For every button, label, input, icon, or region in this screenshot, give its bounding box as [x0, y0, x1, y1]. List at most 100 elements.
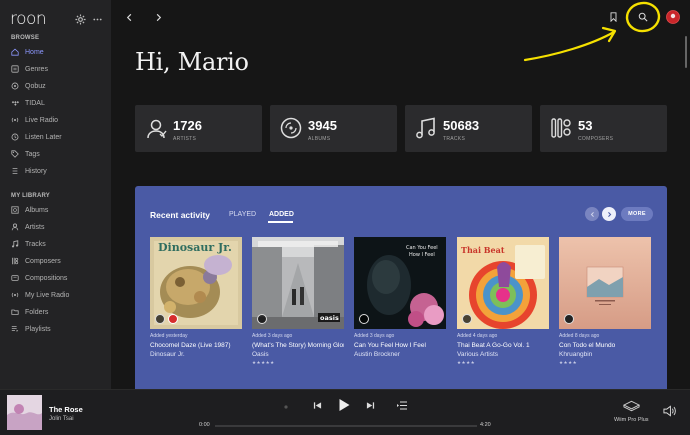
album-artist[interactable]: Dinosaur Jr.	[150, 351, 242, 358]
progress-bar[interactable]	[215, 425, 477, 427]
album-card[interactable]: Added 8 days ago Con Todo el Mundo Khruang…	[559, 237, 651, 366]
sidebar-item-home[interactable]: Home	[0, 44, 111, 60]
sidebar-item-history[interactable]: History	[0, 163, 111, 179]
play-icon[interactable]	[336, 397, 351, 413]
stat-card-artists[interactable]: 1726 ARTISTS	[135, 105, 262, 152]
zone-device-icon[interactable]	[622, 398, 640, 414]
browse-section-title: BROWSE	[11, 35, 40, 41]
folder-icon	[11, 308, 19, 316]
album-artist[interactable]: Austin Brockner	[354, 351, 446, 358]
album-title[interactable]: Thai Beat A Go-Go Vol. 1	[457, 342, 549, 349]
scrollbar[interactable]	[685, 36, 687, 68]
heart-icon[interactable]	[564, 314, 574, 324]
sidebar-item-tracks[interactable]: Tracks	[0, 236, 111, 252]
time-current: 0:00	[199, 422, 210, 428]
svg-text:How I Feel: How I Feel	[409, 252, 435, 258]
added-date: Added 3 days ago	[252, 333, 293, 339]
added-date: Added 3 days ago	[354, 333, 395, 339]
search-icon[interactable]	[635, 9, 651, 25]
now-playing-title[interactable]: The Rose	[49, 405, 83, 414]
music-note-icon	[11, 240, 19, 248]
qobuz-icon	[11, 82, 19, 90]
album-title[interactable]: Chocomel Daze (Live 1987)	[150, 342, 242, 349]
album-card[interactable]: oasis Added 3 days ago (What's The Story) …	[252, 237, 344, 366]
heart-icon[interactable]	[168, 314, 178, 324]
sidebar-item-my-live-radio[interactable]: My Live Radio	[0, 287, 111, 303]
play-overlay-icon[interactable]	[257, 314, 267, 324]
player-bar: The Rose Jolin Tsai 0:00 4:20 Wiim Pro P…	[0, 389, 690, 435]
stat-card-composers[interactable]: 53 COMPOSERS	[540, 105, 667, 152]
gear-icon[interactable]	[73, 12, 87, 26]
now-playing-cover[interactable]	[7, 395, 42, 430]
carousel-next-button[interactable]	[602, 207, 616, 221]
album-artist[interactable]: Oasis	[252, 351, 344, 358]
album-artist[interactable]: Various Artists	[457, 351, 549, 358]
sidebar-item-listen-later[interactable]: Listen Later	[0, 129, 111, 145]
sidebar-item-label: Composers	[25, 257, 61, 265]
sidebar-item-folders[interactable]: Folders	[0, 304, 111, 320]
sidebar-item-label: Home	[25, 48, 44, 56]
sidebar-item-label: Folders	[25, 308, 49, 316]
sidebar-item-tidal[interactable]: TIDAL	[0, 95, 111, 111]
play-overlay-icon[interactable]	[462, 314, 472, 324]
added-date: Added 8 days ago	[559, 333, 600, 339]
sidebar-item-label: Genres	[25, 65, 48, 73]
stat-label: ALBUMS	[308, 136, 331, 142]
back-arrow-icon[interactable]	[121, 9, 137, 25]
album-title[interactable]: Can You Feel How I Feel	[354, 342, 446, 349]
volume-icon[interactable]	[662, 404, 676, 418]
sidebar-item-live-radio[interactable]: Live Radio	[0, 112, 111, 128]
sidebar-item-qobuz[interactable]: Qobuz	[0, 78, 111, 94]
svg-text:Dinosaur Jr.: Dinosaur Jr.	[158, 241, 232, 254]
album-cover[interactable]: oasis	[252, 237, 344, 329]
library-section-title: MY LIBRARY	[11, 193, 51, 199]
previous-track-icon[interactable]	[311, 399, 323, 411]
radio-indicator-icon[interactable]	[282, 403, 290, 411]
forward-arrow-icon[interactable]	[150, 9, 166, 25]
composition-icon	[11, 274, 19, 282]
stat-card-tracks[interactable]: 50683 TRACKS	[405, 105, 532, 152]
tab-added[interactable]: ADDED	[269, 211, 294, 218]
album-title[interactable]: Con Todo el Mundo	[559, 342, 651, 349]
play-overlay-icon[interactable]	[155, 314, 165, 324]
album-cover[interactable]: Thai Beat	[457, 237, 549, 329]
carousel-prev-button[interactable]	[585, 207, 599, 221]
zone-name[interactable]: Wiim Pro Plus	[614, 417, 649, 423]
sidebar-item-label: Compositions	[25, 274, 68, 282]
added-date: Added yesterday	[150, 333, 188, 339]
album-card[interactable]: Dinosaur Jr. Added yesterday Chocomel Daze…	[150, 237, 242, 360]
stat-label: ARTISTS	[173, 136, 197, 142]
now-playing-artist[interactable]: Jolin Tsai	[49, 416, 74, 422]
avatar[interactable]	[665, 9, 681, 25]
album-cover[interactable]	[559, 237, 651, 329]
sidebar-item-label: TIDAL	[25, 99, 45, 107]
stat-card-albums[interactable]: 3945 ALBUMS	[270, 105, 397, 152]
bookmark-icon[interactable]	[605, 9, 621, 25]
sidebar-item-genres[interactable]: Genres	[0, 61, 111, 77]
history-icon	[11, 167, 19, 175]
play-overlay-icon[interactable]	[359, 314, 369, 324]
more-options-icon[interactable]	[90, 12, 104, 26]
sidebar-item-artists[interactable]: Artists	[0, 219, 111, 235]
album-card[interactable]: Can You Feel How I Feel Added 3 days ago Ca…	[354, 237, 446, 360]
music-note-icon	[416, 117, 435, 139]
sidebar-item-compositions[interactable]: Compositions	[0, 270, 111, 286]
sidebar-item-tags[interactable]: Tags	[0, 146, 111, 162]
composer-icon	[551, 118, 571, 138]
album-cover[interactable]: Can You Feel How I Feel	[354, 237, 446, 329]
sidebar-item-albums[interactable]: Albums	[0, 202, 111, 218]
next-track-icon[interactable]	[364, 399, 376, 411]
album-cover[interactable]: Dinosaur Jr.	[150, 237, 242, 329]
radio-icon	[11, 291, 19, 299]
album-artist[interactable]: Khruangbin	[559, 351, 651, 358]
more-button[interactable]: MORE	[621, 207, 653, 221]
album-card[interactable]: Thai Beat Added 4 days ago Thai Beat A Go-…	[457, 237, 549, 366]
time-total: 4:20	[480, 422, 491, 428]
sidebar-item-composers[interactable]: Composers	[0, 253, 111, 269]
tab-played[interactable]: PLAYED	[229, 211, 256, 218]
queue-icon[interactable]	[396, 399, 408, 411]
sidebar-item-playlists[interactable]: Playlists	[0, 321, 111, 337]
stat-value: 53	[578, 118, 593, 133]
roon-logo[interactable]: roon	[10, 9, 47, 29]
album-title[interactable]: (What's The Story) Morning Glory?	[252, 342, 344, 349]
